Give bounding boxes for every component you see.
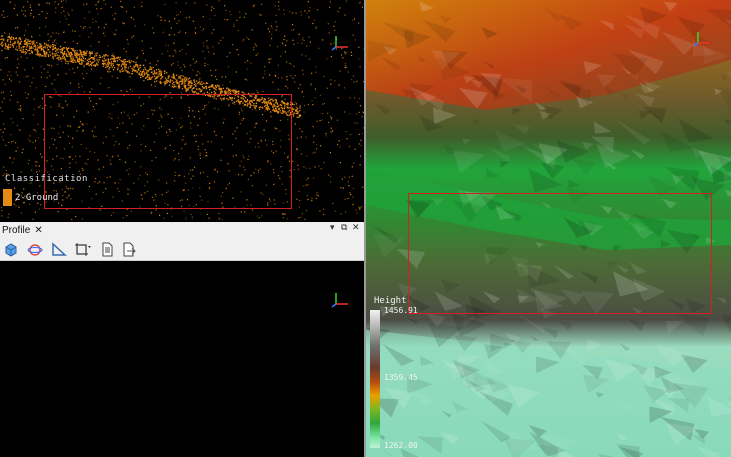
tab-profile[interactable]: Profile ✕ (2, 223, 43, 238)
axis-gizmo-icon (693, 32, 710, 47)
float-window-icon[interactable]: ⧉ (341, 223, 347, 233)
height-mid-label: 1359.45 (384, 373, 418, 382)
selection-rectangle[interactable] (408, 193, 712, 314)
height-viewport[interactable]: Height 1456.91 1359.45 1262.00 (366, 0, 731, 457)
legend-label-ground: 2-Ground (15, 193, 59, 203)
profile-toolbar (0, 238, 364, 261)
height-color-ramp (370, 310, 380, 448)
document-icon[interactable] (98, 241, 116, 258)
tab-close-icon[interactable]: ✕ (34, 225, 42, 236)
close-panel-icon[interactable]: ✕ (352, 223, 360, 233)
panel-titlebar: Profile ✕ ▾ ⧉ ✕ (0, 222, 364, 239)
profile-viewport[interactable] (0, 261, 364, 457)
axis-gizmo-icon (331, 293, 348, 308)
height-max-label: 1456.91 (384, 306, 418, 315)
export-icon[interactable] (120, 241, 138, 258)
selection-rectangle[interactable] (44, 94, 292, 209)
classification-viewport[interactable]: Classification 2-Ground (0, 0, 364, 220)
height-min-label: 1262.00 (384, 441, 418, 450)
tab-label: Profile (2, 225, 31, 236)
legend-title: Classification (5, 174, 88, 184)
height-legend-title: Height (374, 296, 407, 306)
measure-triangle-icon[interactable] (50, 241, 68, 258)
cube-icon[interactable] (2, 241, 20, 258)
pin-dropdown-icon[interactable]: ▾ (330, 223, 335, 233)
profile-panel: Profile ✕ ▾ ⧉ ✕ (0, 222, 364, 457)
rotate-view-icon[interactable] (26, 241, 44, 258)
axis-gizmo-icon (331, 36, 348, 51)
crop-frame-icon[interactable] (74, 241, 92, 258)
legend-swatch-ground (3, 189, 12, 206)
